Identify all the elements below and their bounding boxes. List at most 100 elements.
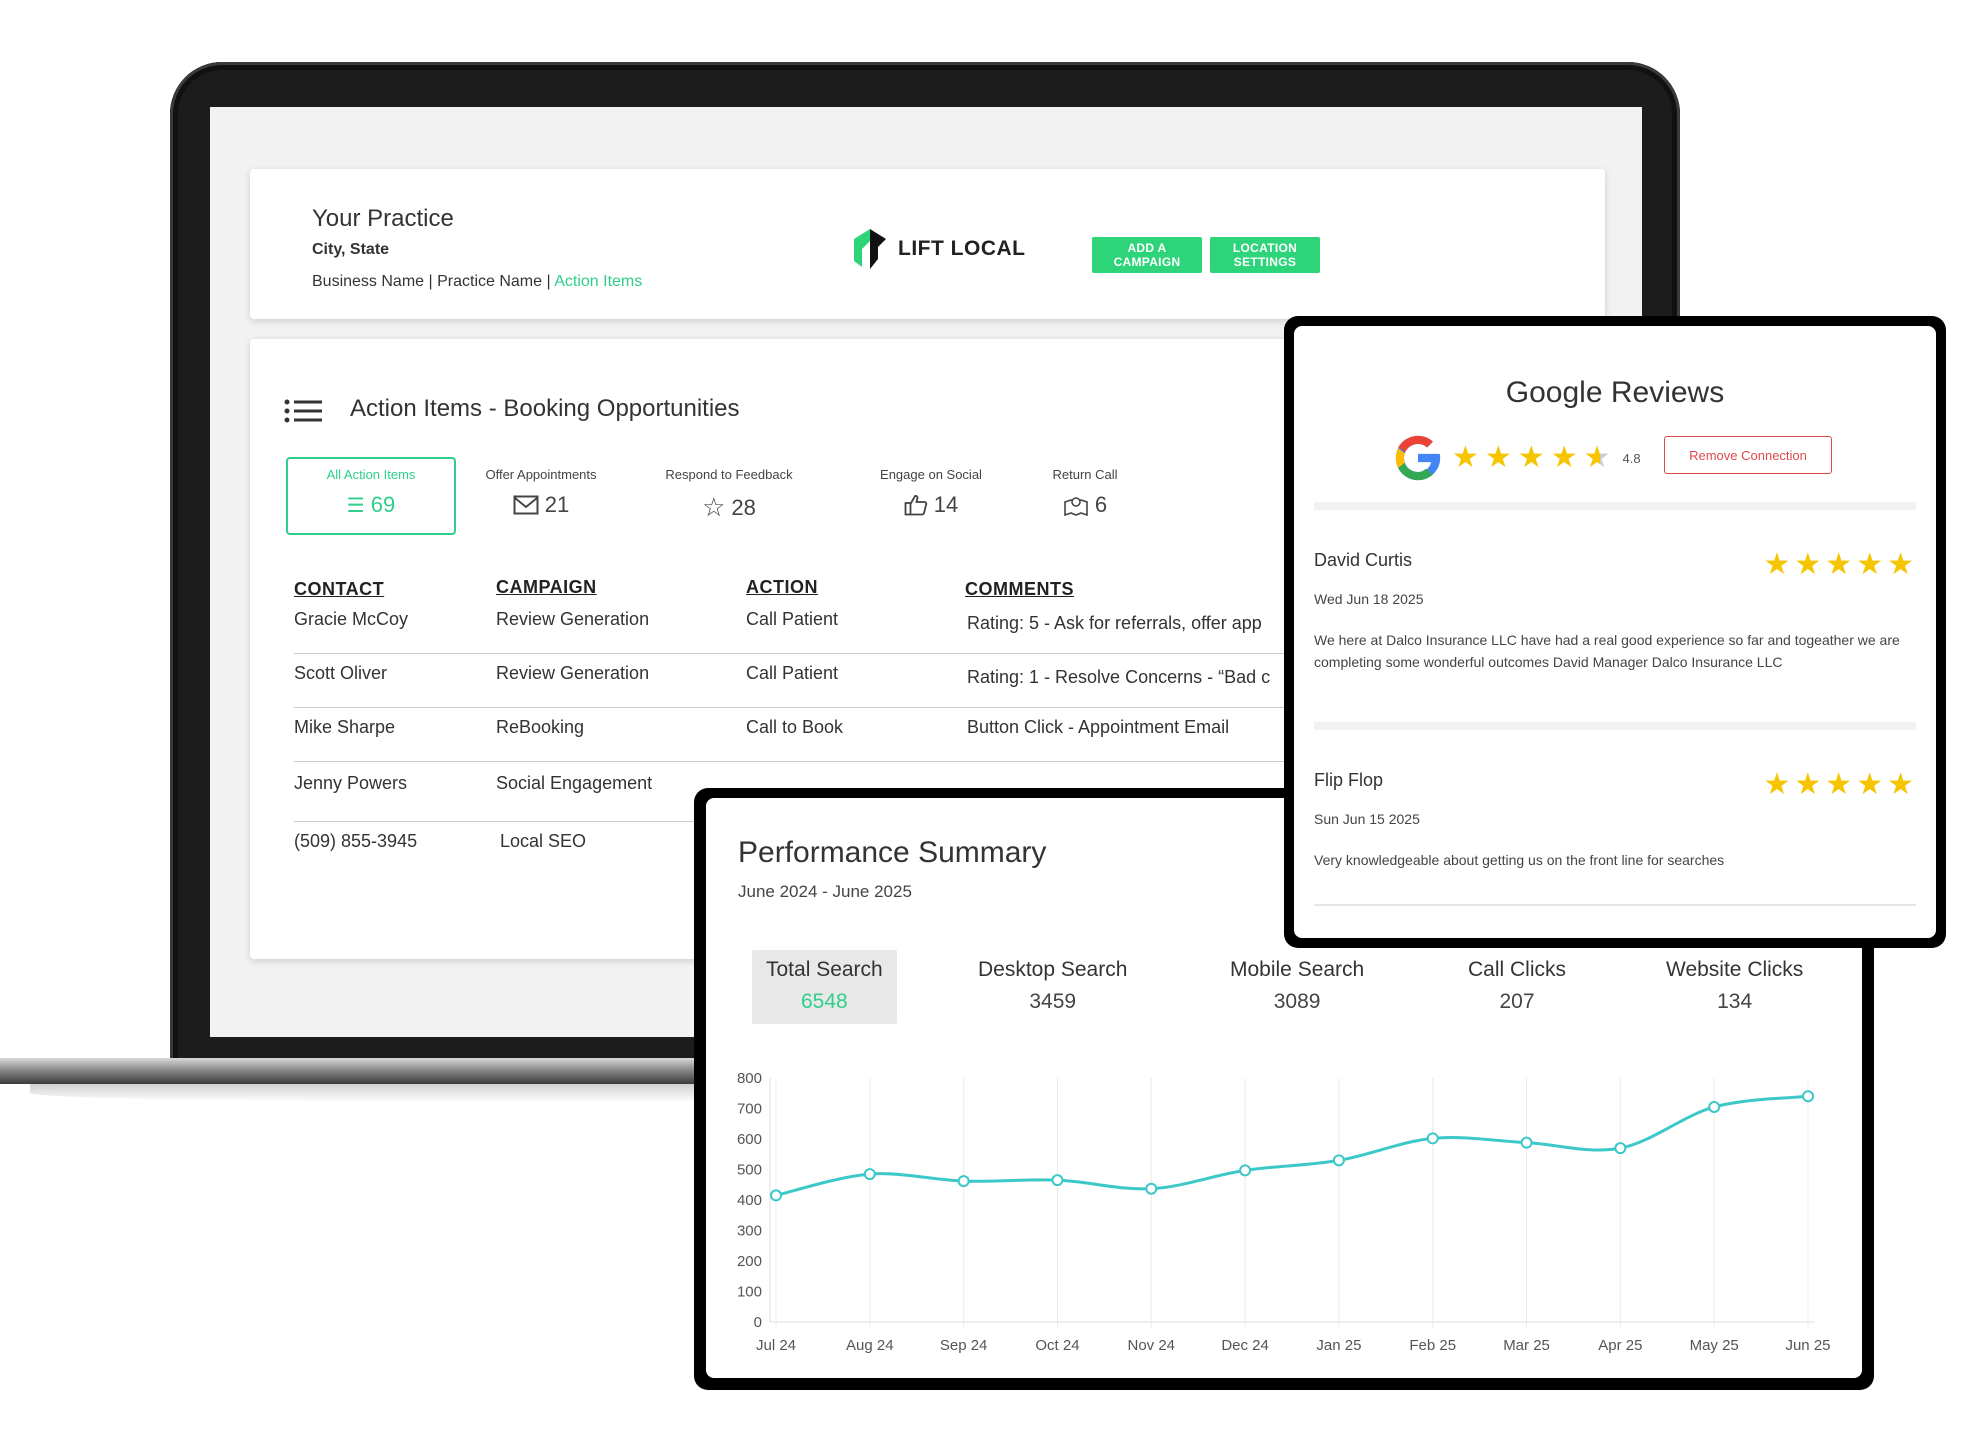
data-point: [957, 1175, 970, 1188]
cell-comments: Rating: 5 - Ask for referrals, offer app: [967, 613, 1262, 633]
table-row[interactable]: Scott Oliver Review Generation Call Pati…: [294, 653, 1344, 708]
data-point: [1145, 1182, 1158, 1195]
y-tick-label: 600: [737, 1131, 762, 1148]
star-icon: ★: [1517, 441, 1545, 474]
star-icon: ★: [1825, 548, 1853, 581]
review-date: Sun Jun 15 2025: [1314, 811, 1420, 827]
x-tick-label: Oct 24: [1035, 1337, 1079, 1354]
review-stars: ★ ★ ★ ★ ★: [1763, 550, 1914, 580]
cell-campaign: Review Generation: [496, 663, 650, 683]
cell-contact: Jenny Powers: [294, 773, 408, 793]
cell-comments: Button Click - Appointment Email: [967, 717, 1230, 737]
cell-contact: Scott Oliver: [294, 663, 388, 683]
y-tick-label: 800: [737, 1070, 762, 1087]
stat-label: Call Clicks: [1468, 958, 1567, 981]
column-header-action[interactable]: ACTION: [746, 577, 818, 598]
practice-location: City, State: [312, 241, 390, 258]
breadcrumb: Business Name | Practice Name | Action I…: [312, 273, 642, 291]
remove-connection-button[interactable]: Remove Connection: [1664, 436, 1832, 474]
stat-value: 207: [1499, 990, 1535, 1013]
metric-label: Engage on Social: [880, 467, 982, 482]
data-point: [1332, 1154, 1345, 1167]
stat-label: Total Search: [766, 958, 883, 981]
series-line: [775, 1094, 1809, 1197]
filter-engage-on-social[interactable]: Engage on Social 14: [846, 467, 1016, 518]
add-campaign-button[interactable]: ADD A CAMPAIGN: [1092, 237, 1202, 273]
table-row[interactable]: Mike Sharpe ReBooking Call to Book Butto…: [294, 707, 1344, 762]
cell-action: Call Patient: [746, 609, 839, 629]
star-icon: ★: [1887, 548, 1914, 581]
data-point: [1802, 1090, 1814, 1103]
filter-respond-to-feedback[interactable]: Respond to Feedback ☆ 28: [644, 467, 814, 523]
data-point: [863, 1168, 876, 1181]
stat-label: Mobile Search: [1230, 958, 1365, 981]
review-text: We here at Dalco Insurance LLC have had …: [1314, 632, 1900, 670]
stat-label: Desktop Search: [978, 958, 1128, 981]
metric-value: 6: [1094, 492, 1108, 517]
practice-header: Your Practice City, State Business Name …: [250, 169, 1605, 319]
x-tick-label: Nov 24: [1128, 1337, 1176, 1354]
stat-value: 6548: [801, 990, 848, 1013]
breadcrumb-business[interactable]: Business Name: [312, 273, 424, 290]
google-reviews-panel: Google Reviews ★ ★ ★ ★ ★ 4.8 Remove Conn…: [1294, 326, 1936, 938]
review-stars: ★ ★ ★ ★ ★: [1763, 770, 1914, 800]
table-row[interactable]: Gracie McCoy Review Generation Call Pati…: [294, 599, 1344, 654]
metric-label: Respond to Feedback: [665, 467, 793, 482]
lift-local-logo-icon: [854, 229, 886, 269]
lift-local-logo: LIFT LOCAL: [850, 227, 1025, 271]
y-tick-label: 500: [737, 1162, 762, 1179]
x-tick-label: Sep 24: [940, 1337, 988, 1354]
stat-desktop-search[interactable]: Desktop Search 3459: [978, 958, 1127, 1014]
x-tick-label: Aug 24: [846, 1337, 894, 1354]
metric-value: 69: [370, 492, 396, 517]
mail-icon: [513, 495, 539, 515]
data-point: [1426, 1132, 1439, 1145]
stat-mobile-search[interactable]: Mobile Search 3089: [1230, 958, 1364, 1014]
cell-contact: (509) 855-3945: [294, 831, 418, 851]
y-tick-label: 700: [737, 1101, 762, 1118]
column-header-campaign[interactable]: CAMPAIGN: [496, 577, 597, 598]
cell-action: Call Patient: [746, 663, 839, 683]
breadcrumb-action-items[interactable]: Action Items: [554, 273, 642, 290]
data-point: [1051, 1174, 1064, 1187]
star-icon: ★: [1887, 768, 1914, 801]
location-settings-button[interactable]: LOCATION SETTINGS: [1210, 237, 1320, 273]
star-icon: ★: [1856, 768, 1884, 801]
x-tick-label: Jun 25: [1785, 1337, 1830, 1354]
star-icon: ★: [1484, 441, 1512, 474]
x-tick-label: May 25: [1690, 1337, 1739, 1354]
stat-call-clicks[interactable]: Call Clicks 207: [1468, 958, 1566, 1014]
divider: [1314, 722, 1916, 730]
y-tick-label: 0: [754, 1314, 762, 1331]
divider: [1314, 502, 1916, 510]
x-tick-label: Jul 24: [756, 1337, 796, 1354]
stat-total-search[interactable]: Total Search 6548: [752, 950, 897, 1024]
search-trend-chart: Jul 24 Aug 24 Sep 24 Oct 24 Nov 24 Dec 24 Jan …: [737, 1070, 1831, 1354]
cell-contact: Gracie McCoy: [294, 609, 409, 629]
filter-all-action-items[interactable]: All Action Items ☰ 69: [286, 457, 456, 535]
review-item: Flip Flop ★ ★ ★ ★ ★ Sun Jun 15 2025 Very…: [1314, 770, 1914, 871]
star-icon: ★: [1763, 548, 1791, 581]
star-icon: ★: [1825, 768, 1853, 801]
filter-offer-appointments[interactable]: Offer Appointments 21: [456, 467, 626, 518]
filter-return-call[interactable]: Return Call 6: [1030, 467, 1140, 518]
breadcrumb-separator: |: [428, 273, 433, 290]
cell-action: Call to Book: [746, 717, 844, 737]
breadcrumb-separator: |: [546, 273, 551, 290]
metric-label: All Action Items: [326, 467, 416, 482]
map-pin-icon: [1064, 497, 1088, 516]
x-tick-label: Mar 25: [1503, 1337, 1550, 1354]
cell-campaign: Local SEO: [500, 831, 587, 851]
performance-title: Performance Summary: [738, 836, 1047, 869]
y-tick-label: 200: [737, 1253, 762, 1270]
star-icon: ★: [1763, 768, 1791, 801]
breadcrumb-practice[interactable]: Practice Name: [437, 273, 542, 290]
column-header-comments[interactable]: COMMENTS: [965, 579, 1074, 600]
stat-website-clicks[interactable]: Website Clicks 134: [1666, 958, 1803, 1014]
list-icon: [284, 399, 322, 423]
metric-value: 14: [933, 492, 959, 517]
stat-value: 3089: [1273, 990, 1321, 1013]
reviews-summary: ★ ★ ★ ★ ★ 4.8: [1390, 430, 1641, 486]
x-tick-label: Jan 25: [1316, 1337, 1361, 1354]
column-header-contact[interactable]: CONTACT: [294, 579, 384, 600]
